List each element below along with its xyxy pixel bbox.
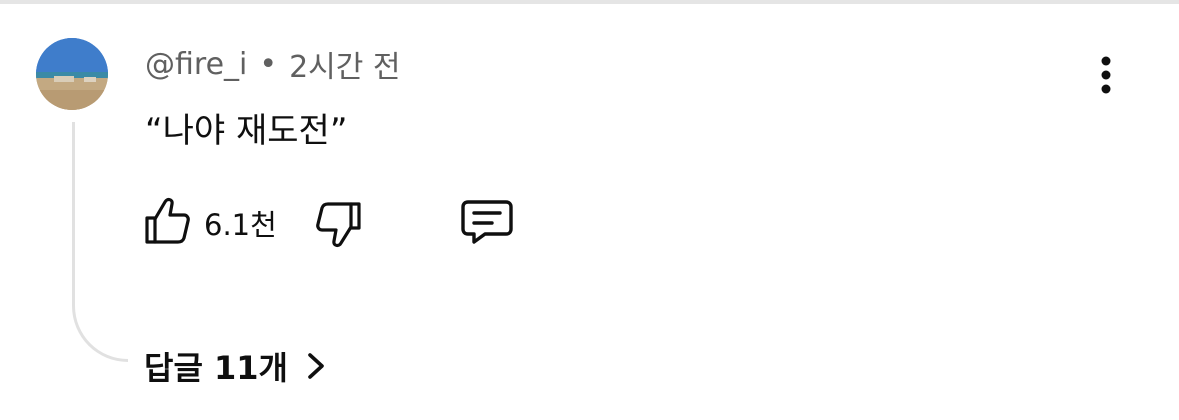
replies-count-label: 답글 11개: [144, 349, 288, 387]
dislike-button[interactable]: [312, 196, 366, 250]
like-count: 6.1천: [204, 208, 277, 242]
comment-icon: [461, 200, 513, 244]
chevron-right-icon: [308, 353, 324, 379]
comment-thread: @fire_i • 2시간 전 “나야 재도전” 6.1천 답글 11개: [0, 0, 1179, 420]
avatar[interactable]: [36, 38, 108, 110]
thumb-down-icon: [316, 202, 361, 248]
thread-connector-line: [72, 122, 128, 362]
reply-button[interactable]: [458, 196, 516, 250]
vertical-dots-icon: [1101, 56, 1111, 94]
top-divider: [0, 0, 1179, 4]
view-replies-button[interactable]: 답글 11개: [144, 342, 328, 390]
meta-separator: •: [259, 46, 278, 82]
avatar-photo: [36, 38, 108, 110]
author-handle[interactable]: @fire_i: [145, 47, 247, 82]
comment-text: “나야 재도전”: [145, 111, 348, 151]
comment-timestamp[interactable]: 2시간 전: [289, 42, 400, 86]
like-button[interactable]: [140, 194, 194, 248]
thumb-up-icon: [145, 197, 190, 244]
more-options-button[interactable]: [1084, 50, 1128, 100]
comment-meta: @fire_i • 2시간 전: [145, 42, 401, 86]
